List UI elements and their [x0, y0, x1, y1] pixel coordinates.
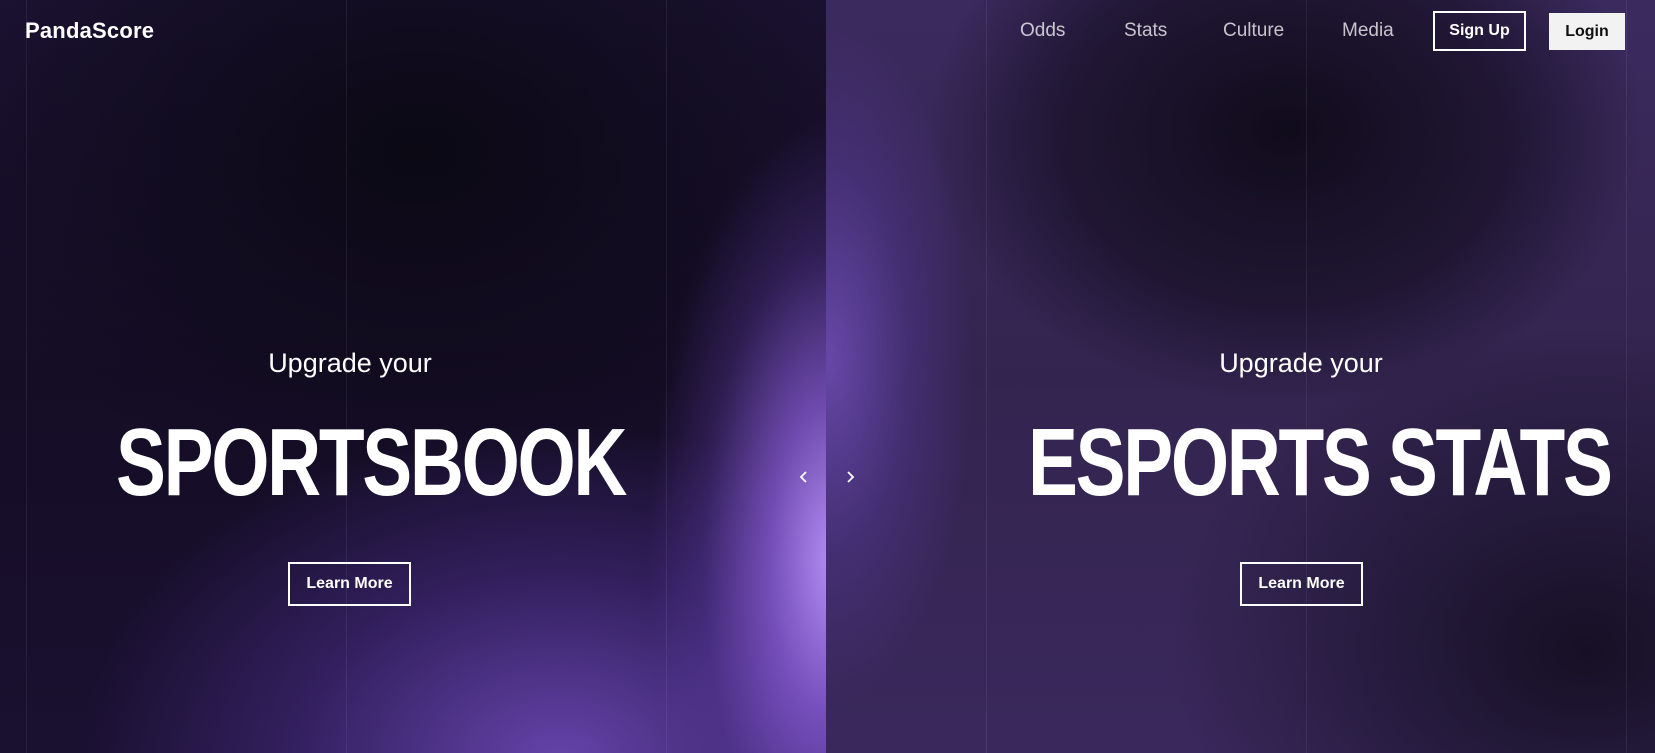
login-button[interactable]: Login	[1549, 13, 1625, 50]
grid-line	[1626, 0, 1627, 753]
sign-up-button[interactable]: Sign Up	[1433, 11, 1526, 51]
carousel-next-button[interactable]	[838, 465, 862, 489]
hero-title-wrap-right: ESPORTS STATS	[951, 415, 1651, 511]
chevron-left-icon	[799, 471, 807, 483]
hero-slide-right: Upgrade your	[1051, 350, 1551, 377]
hero-subtitle: Upgrade your	[268, 348, 432, 378]
grid-line	[986, 0, 987, 753]
hero-title-wrap-left: SPORTSBOOK	[50, 415, 650, 511]
logo[interactable]: PandaScore	[25, 18, 154, 44]
learn-more-button[interactable]: Learn More	[1240, 562, 1363, 606]
carousel-prev-button[interactable]	[792, 465, 816, 489]
nav-link-media[interactable]: Media	[1342, 20, 1394, 42]
hero-title: ESPORTS STATS	[1028, 409, 1613, 516]
chevron-right-icon	[847, 471, 855, 483]
grid-line	[666, 0, 667, 753]
learn-more-button[interactable]: Learn More	[288, 562, 411, 606]
nav-link-odds[interactable]: Odds	[1020, 20, 1065, 42]
top-nav: PandaScore Odds Stats Culture Media Sign…	[0, 0, 1655, 65]
nav-link-stats[interactable]: Stats	[1124, 20, 1167, 42]
grid-line	[26, 0, 27, 753]
hero-title: SPORTSBOOK	[116, 409, 627, 516]
hero-slide-left: Upgrade your	[100, 350, 600, 377]
nav-link-culture[interactable]: Culture	[1223, 20, 1284, 42]
hero-subtitle: Upgrade your	[1219, 348, 1383, 378]
